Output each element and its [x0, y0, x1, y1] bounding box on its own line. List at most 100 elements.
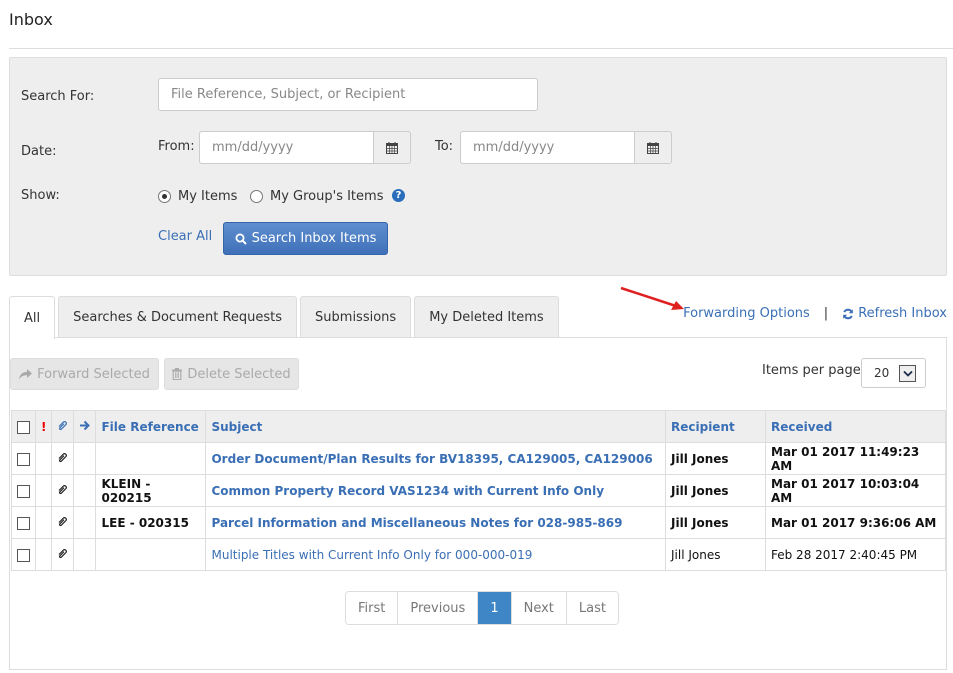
header-select-all [11, 410, 36, 443]
row-checkbox[interactable] [17, 548, 30, 562]
row-select-cell [11, 442, 36, 475]
row-checkbox[interactable] [17, 516, 30, 530]
forward-selected-button[interactable]: Forward Selected [10, 358, 159, 390]
calendar-icon [386, 141, 398, 154]
row-recipient: Jill Jones [665, 506, 766, 539]
row-attachment-cell [51, 442, 75, 475]
page-title: Inbox [9, 10, 53, 29]
annotation-arrow-icon [620, 286, 684, 310]
row-forwarded-cell [73, 506, 97, 539]
row-file-reference: LEE - 020315 [95, 506, 207, 539]
page-next[interactable]: Next [511, 592, 567, 624]
pagination: First Previous 1 Next Last [345, 591, 619, 625]
items-per-page-value: 20 [874, 366, 890, 380]
radio-selected-icon [158, 190, 171, 203]
delete-selected-button[interactable]: Delete Selected [164, 358, 299, 390]
search-inbox-button[interactable]: Search Inbox Items [223, 222, 388, 255]
row-recipient: Jill Jones [665, 442, 766, 475]
to-label: To: [435, 139, 454, 154]
from-label: From: [158, 139, 195, 154]
page-first[interactable]: First [346, 592, 399, 624]
row-file-reference [95, 442, 207, 475]
chevron-down-icon [899, 364, 917, 382]
link-separator: | [823, 306, 829, 321]
tab-searches-document-requests[interactable]: Searches & Document Requests [58, 296, 298, 338]
row-received: Mar 01 2017 11:49:23 AM [765, 442, 946, 475]
from-date-group [199, 131, 411, 164]
row-important-cell [34, 506, 53, 539]
title-divider [9, 48, 953, 49]
select-all-checkbox[interactable] [17, 420, 30, 434]
page-current[interactable]: 1 [478, 592, 512, 624]
inbox-tabs: All Searches & Document Requests Submiss… [9, 296, 562, 339]
search-icon [235, 233, 247, 245]
share-arrow-icon [19, 368, 33, 379]
row-subject-cell: Order Document/Plan Results for BV18395,… [205, 442, 666, 475]
table-row[interactable]: KLEIN - 020215 Common Property Record VAS… [11, 474, 946, 507]
to-date-input[interactable] [460, 131, 634, 164]
paperclip-icon [59, 516, 68, 526]
row-checkbox[interactable] [17, 484, 30, 498]
from-date-input[interactable] [199, 131, 373, 164]
inbox-table: ! File Reference Subject Recipient Recei… [11, 410, 946, 571]
row-received: Feb 28 2017 2:40:45 PM [765, 538, 946, 571]
radio-my-items-label: My Items [178, 189, 238, 204]
refresh-inbox-label: Refresh Inbox [858, 306, 947, 321]
row-attachment-cell [51, 474, 75, 507]
refresh-inbox-link[interactable]: Refresh Inbox [842, 306, 947, 321]
arrow-right-icon [80, 420, 91, 430]
row-select-cell [11, 474, 36, 507]
row-forwarded-cell [73, 442, 97, 475]
row-attachment-cell [51, 538, 75, 571]
trash-icon [172, 368, 183, 380]
row-important-cell [34, 538, 53, 571]
items-per-page-label: Items per page [762, 363, 861, 378]
items-per-page-select[interactable]: 20 [861, 358, 926, 388]
header-subject[interactable]: Subject [205, 410, 666, 443]
tab-my-deleted-items[interactable]: My Deleted Items [414, 296, 559, 338]
search-input[interactable] [158, 78, 538, 111]
row-file-reference: KLEIN - 020215 [95, 474, 207, 507]
table-row[interactable]: Multiple Titles with Current Info Only f… [11, 538, 946, 571]
to-calendar-button[interactable] [634, 131, 672, 164]
tab-submissions[interactable]: Submissions [300, 296, 412, 338]
paperclip-icon [59, 420, 68, 430]
tab-all[interactable]: All [9, 296, 56, 339]
row-subject-link[interactable]: Common Property Record VAS1234 with Curr… [211, 484, 604, 498]
question-circle-icon[interactable]: ? [392, 189, 405, 202]
row-received: Mar 01 2017 10:03:04 AM [765, 474, 946, 507]
page-last[interactable]: Last [566, 592, 618, 624]
row-subject-link[interactable]: Multiple Titles with Current Info Only f… [211, 548, 532, 562]
radio-my-items[interactable]: My Items [158, 189, 237, 204]
row-select-cell [11, 506, 36, 539]
row-subject-link[interactable]: Order Document/Plan Results for BV18395,… [211, 452, 652, 466]
row-subject-cell: Multiple Titles with Current Info Only f… [205, 538, 666, 571]
header-forwarded [73, 410, 97, 443]
paperclip-icon [59, 484, 68, 494]
from-calendar-button[interactable] [373, 131, 411, 164]
forwarding-options-link[interactable]: Forwarding Options [683, 306, 810, 321]
radio-my-groups-items-label: My Group's Items [270, 189, 384, 204]
to-date-group [460, 131, 672, 164]
header-received[interactable]: Received [765, 410, 946, 443]
header-important: ! [34, 410, 53, 443]
row-recipient: Jill Jones [665, 538, 766, 571]
row-attachment-cell [51, 506, 75, 539]
search-for-label: Search For: [21, 89, 95, 104]
row-subject-cell: Parcel Information and Miscellaneous Not… [205, 506, 666, 539]
top-links: Forwarding Options | Refresh Inbox [683, 306, 947, 321]
date-label: Date: [21, 144, 57, 159]
page-previous[interactable]: Previous [398, 592, 479, 624]
header-attachment [51, 410, 75, 443]
row-file-reference [95, 538, 207, 571]
table-row[interactable]: Order Document/Plan Results for BV18395,… [11, 442, 946, 475]
clear-all-link[interactable]: Clear All [158, 229, 212, 244]
row-subject-link[interactable]: Parcel Information and Miscellaneous Not… [211, 516, 622, 530]
row-select-cell [11, 538, 36, 571]
radio-my-groups-items[interactable]: My Group's Items [250, 189, 383, 204]
row-checkbox[interactable] [17, 452, 30, 466]
table-row[interactable]: LEE - 020315 Parcel Information and Misce… [11, 506, 946, 539]
header-file-reference[interactable]: File Reference [95, 410, 207, 443]
header-recipient[interactable]: Recipient [665, 410, 766, 443]
delete-selected-label: Delete Selected [187, 366, 291, 382]
